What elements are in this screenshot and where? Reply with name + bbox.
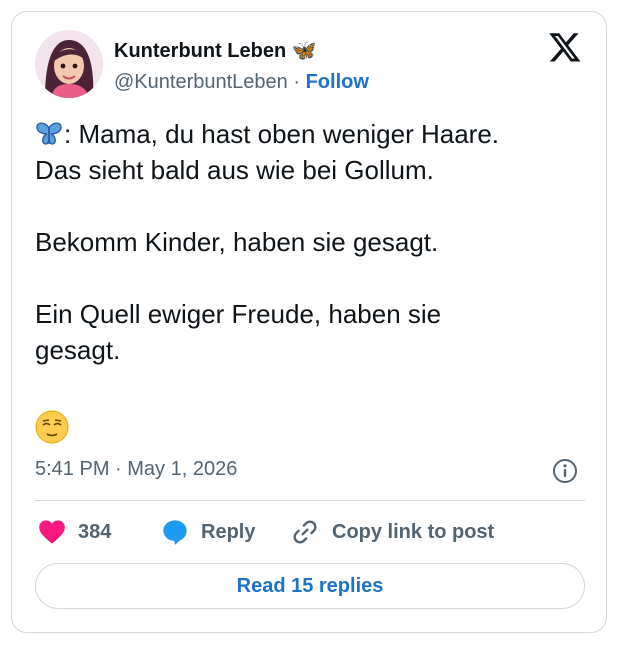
copy-link-button[interactable]: Copy link to post [290,517,494,547]
post-line-5: gesagt. [35,335,121,365]
post-timestamp[interactable]: 5:41 PM · May 1, 2026 [35,458,237,481]
divider [35,500,585,501]
info-icon[interactable] [552,458,578,484]
avatar[interactable] [35,30,103,98]
reply-label: Reply [201,520,256,543]
copy-link-label: Copy link to post [332,520,495,543]
relieved-face-emoji-icon [35,410,69,444]
separator: · [293,71,301,93]
reply-bubble-icon [163,520,187,545]
post-line: : Mama, du hast oben weniger Haare. [35,116,595,152]
post-line-4: Ein Quell ewiger Freude, haben sie [35,299,442,329]
link-icon [293,520,317,544]
x-logo-icon[interactable] [548,30,582,64]
post-line-1: : Mama, du hast oben weniger Haare. [64,119,500,149]
author-handle-row: @KunterbuntLeben · Follow [114,71,369,94]
reply-button[interactable]: Reply [161,517,255,547]
read-replies-button[interactable]: Read 15 replies [35,563,585,609]
heart-icon [39,520,65,544]
post-line-3: Bekomm Kinder, haben sie gesagt. [35,227,439,257]
author-handle[interactable]: @KunterbuntLeben [114,71,288,93]
post-text: : Mama, du hast oben weniger Haare. Das … [35,116,595,368]
author-name[interactable]: Kunterbunt Leben 🦋 [114,38,317,63]
post-line-2: Das sieht bald aus wie bei Gollum. [35,155,434,185]
follow-button[interactable]: Follow [306,71,369,93]
like-button[interactable]: 384 [38,517,111,547]
like-count: 384 [78,520,112,543]
butterfly-emoji-icon [36,122,62,145]
